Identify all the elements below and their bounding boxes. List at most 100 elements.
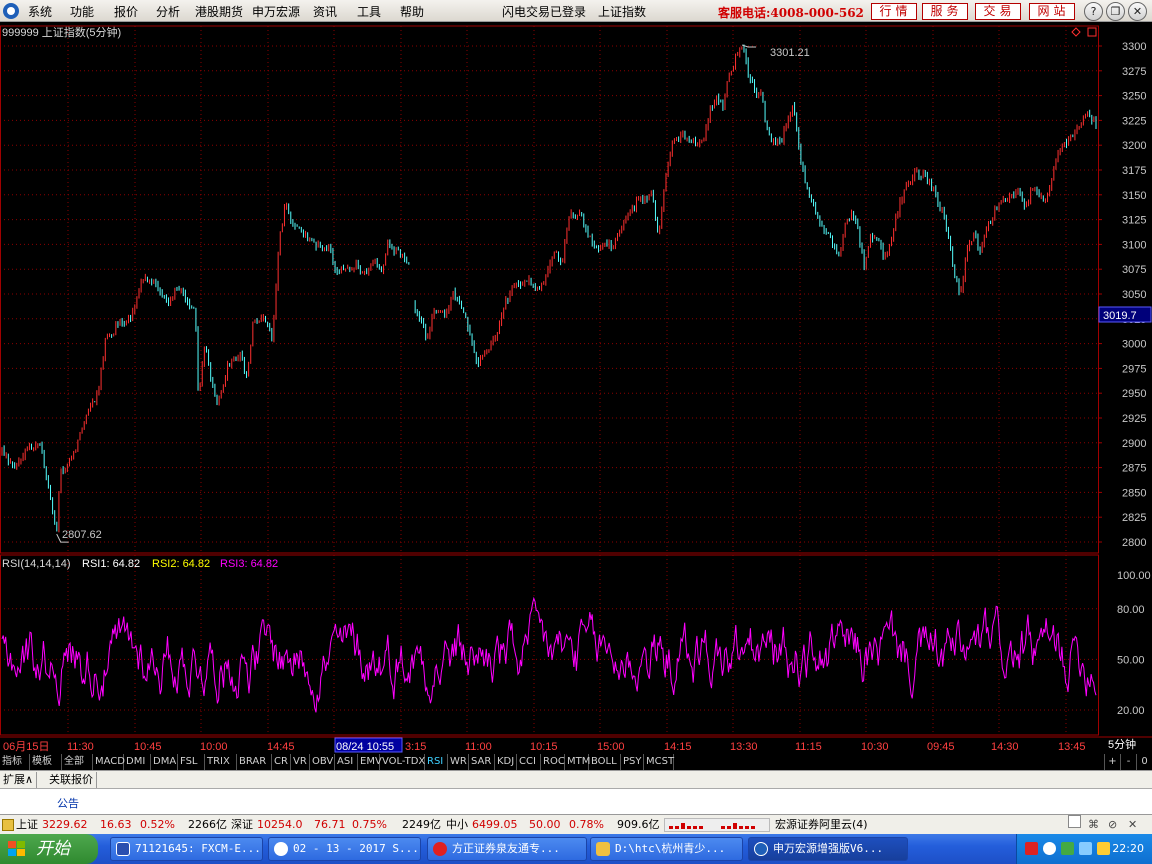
notice-link[interactable]: 公告 [57, 795, 79, 811]
window-icon[interactable] [1068, 815, 1081, 828]
tab-fsl[interactable]: FSL [178, 754, 205, 770]
min-price-label: 2807.62 [62, 529, 102, 541]
tab-cci[interactable]: CCI [517, 754, 541, 770]
menu-tools[interactable]: 工具 [357, 3, 381, 20]
ticker-bars [669, 823, 755, 829]
market-button[interactable]: 行情 [871, 3, 917, 20]
zoom-out-button[interactable]: - [1120, 754, 1136, 770]
reset-button[interactable]: 0 [1136, 754, 1152, 770]
sz-pct: 0.75% [352, 818, 387, 831]
service-button[interactable]: 服务 [922, 3, 968, 20]
menu-help[interactable]: 帮助 [400, 3, 424, 20]
menu-news[interactable]: 资讯 [313, 3, 337, 20]
period-label[interactable]: 5分钟 [1108, 737, 1136, 751]
tab-vol-tdx[interactable]: VOL-TDX [380, 754, 425, 770]
sz-value: 10254.0 [257, 818, 303, 831]
close-small-icon[interactable]: ✕ [1128, 815, 1141, 831]
time-tick-label: 10:15 [530, 741, 558, 753]
tab-dmi[interactable]: DMI [124, 754, 151, 770]
app-logo-icon [3, 3, 19, 19]
task-label: 申万宏源增强版V6... [773, 842, 884, 855]
zoom-in-button[interactable]: + [1104, 754, 1120, 770]
website-button[interactable]: 网站 [1029, 3, 1075, 20]
rsi-tick-label: 100.00 [1117, 570, 1151, 582]
tab-mtm[interactable]: MTM [565, 754, 590, 770]
tab-sar[interactable]: SAR [469, 754, 495, 770]
close-icon[interactable]: ✕ [1128, 2, 1147, 21]
chart-corner-icons[interactable] [1071, 27, 1097, 37]
tab-mcst[interactable]: MCST [644, 754, 674, 770]
lock-icon[interactable]: ⊘ [1108, 815, 1121, 831]
tab-dma[interactable]: DMA [151, 754, 178, 770]
tray-volume-icon[interactable] [1079, 842, 1092, 855]
task-founder[interactable]: 方正证券泉友通专... [427, 837, 587, 861]
windows-taskbar: 开始 71121645: FXCM-E... 02 - 13 - 2017 S.… [0, 834, 1152, 864]
tab-asi[interactable]: ASI [335, 754, 358, 770]
tab-vr[interactable]: VR [291, 754, 310, 770]
signal-icon[interactable]: ⌘ [1088, 815, 1101, 831]
max-price-label: 3301.21 [770, 47, 810, 59]
login-status: 闪电交易已登录 [502, 5, 587, 19]
menu-quote[interactable]: 报价 [114, 3, 138, 20]
tray-network-icon[interactable] [1025, 842, 1038, 855]
start-button[interactable]: 开始 [0, 834, 98, 864]
tab-psy[interactable]: PSY [621, 754, 644, 770]
restore-icon[interactable]: ❐ [1106, 2, 1125, 21]
tab-rsi[interactable]: RSI [425, 754, 448, 770]
menu-analysis[interactable]: 分析 [156, 3, 180, 20]
diamond-icon[interactable] [1071, 27, 1081, 37]
tray-ime-icon[interactable] [1097, 842, 1110, 855]
tab-roc[interactable]: ROC [541, 754, 565, 770]
expand-tab[interactable]: 扩展∧ [0, 772, 38, 788]
zx-value: 6499.05 [472, 818, 518, 831]
menu-bar: 系统 功能 报价 分析 港股期货 申万宏源 资讯 工具 帮助 闪电交易已登录 上… [0, 0, 1152, 22]
tab-指标[interactable]: 指标 [0, 754, 30, 770]
sh-change: 16.63 [100, 818, 132, 831]
price-tick-label: 3175 [1122, 165, 1146, 177]
sz-change: 76.71 [314, 818, 346, 831]
help-icon[interactable]: ? [1084, 2, 1103, 21]
task-folder[interactable]: D:\htc\杭州青少... [590, 837, 743, 861]
tab-trix[interactable]: TRIX [205, 754, 237, 770]
current-price-marker: 3019.7 [1098, 306, 1152, 323]
tab-macd[interactable]: MACD [93, 754, 125, 770]
task-shenwan[interactable]: 申万宏源增强版V6... [748, 837, 908, 861]
tab-模板[interactable]: 模板 [30, 754, 62, 770]
chart-area[interactable]: 3300 3275 3250 3225 3200 3175 3150 3125 3100 3075… [0, 23, 1152, 754]
time-tick-label: 14:30 [991, 741, 1019, 753]
menu-hk-futures[interactable]: 港股期货 [195, 3, 243, 20]
tab-全部[interactable]: 全部 [62, 754, 93, 770]
tab-brar[interactable]: BRAR [237, 754, 272, 770]
tab-wr[interactable]: WR [448, 754, 469, 770]
alert-icon[interactable] [2, 819, 14, 831]
tray-sound-icon[interactable] [1043, 842, 1056, 855]
maximize-icon[interactable] [1087, 27, 1097, 37]
sh-label: 上证 [16, 818, 38, 831]
trade-button[interactable]: 交易 [975, 3, 1021, 20]
menu-system[interactable]: 系统 [28, 3, 52, 20]
clock: 22:20 [1112, 842, 1144, 855]
axes: 3300 3275 3250 3225 3200 3175 3150 3125 3100 3075… [0, 25, 1152, 738]
sub-tabs: 扩展∧ 关联报价 [0, 770, 1152, 788]
tray-check-icon[interactable] [1061, 842, 1074, 855]
tab-emv[interactable]: EMV [358, 754, 382, 770]
tab-cr[interactable]: CR [272, 754, 291, 770]
price-tick-label: 2975 [1122, 363, 1146, 375]
windows-logo-icon [8, 841, 25, 856]
price-tick-label: 2825 [1122, 512, 1146, 524]
task-fxcm[interactable]: 71121645: FXCM-E... [110, 837, 263, 861]
menu-shenwan[interactable]: 申万宏源 [252, 3, 300, 20]
rsi1-value: RSI1: 64.82 [82, 558, 140, 570]
related-quote-tab[interactable]: 关联报价 [46, 772, 97, 788]
tab-obv[interactable]: OBV [310, 754, 335, 770]
tab-kdj[interactable]: KDJ [495, 754, 517, 770]
rsi-tick-label: 50.00 [1117, 654, 1145, 666]
task-browser[interactable]: 02 - 13 - 2017 S... [268, 837, 421, 861]
tab-boll[interactable]: BOLL [589, 754, 621, 770]
cloud-server[interactable]: 宏源证券阿里云(4) [775, 815, 868, 834]
rsi2-value: RSI2: 64.82 [152, 558, 210, 570]
task-label: 方正证券泉友通专... [452, 842, 560, 855]
menu-function[interactable]: 功能 [70, 3, 94, 20]
browser-icon [274, 842, 288, 856]
current-price-value: 3019.7 [1103, 310, 1137, 322]
